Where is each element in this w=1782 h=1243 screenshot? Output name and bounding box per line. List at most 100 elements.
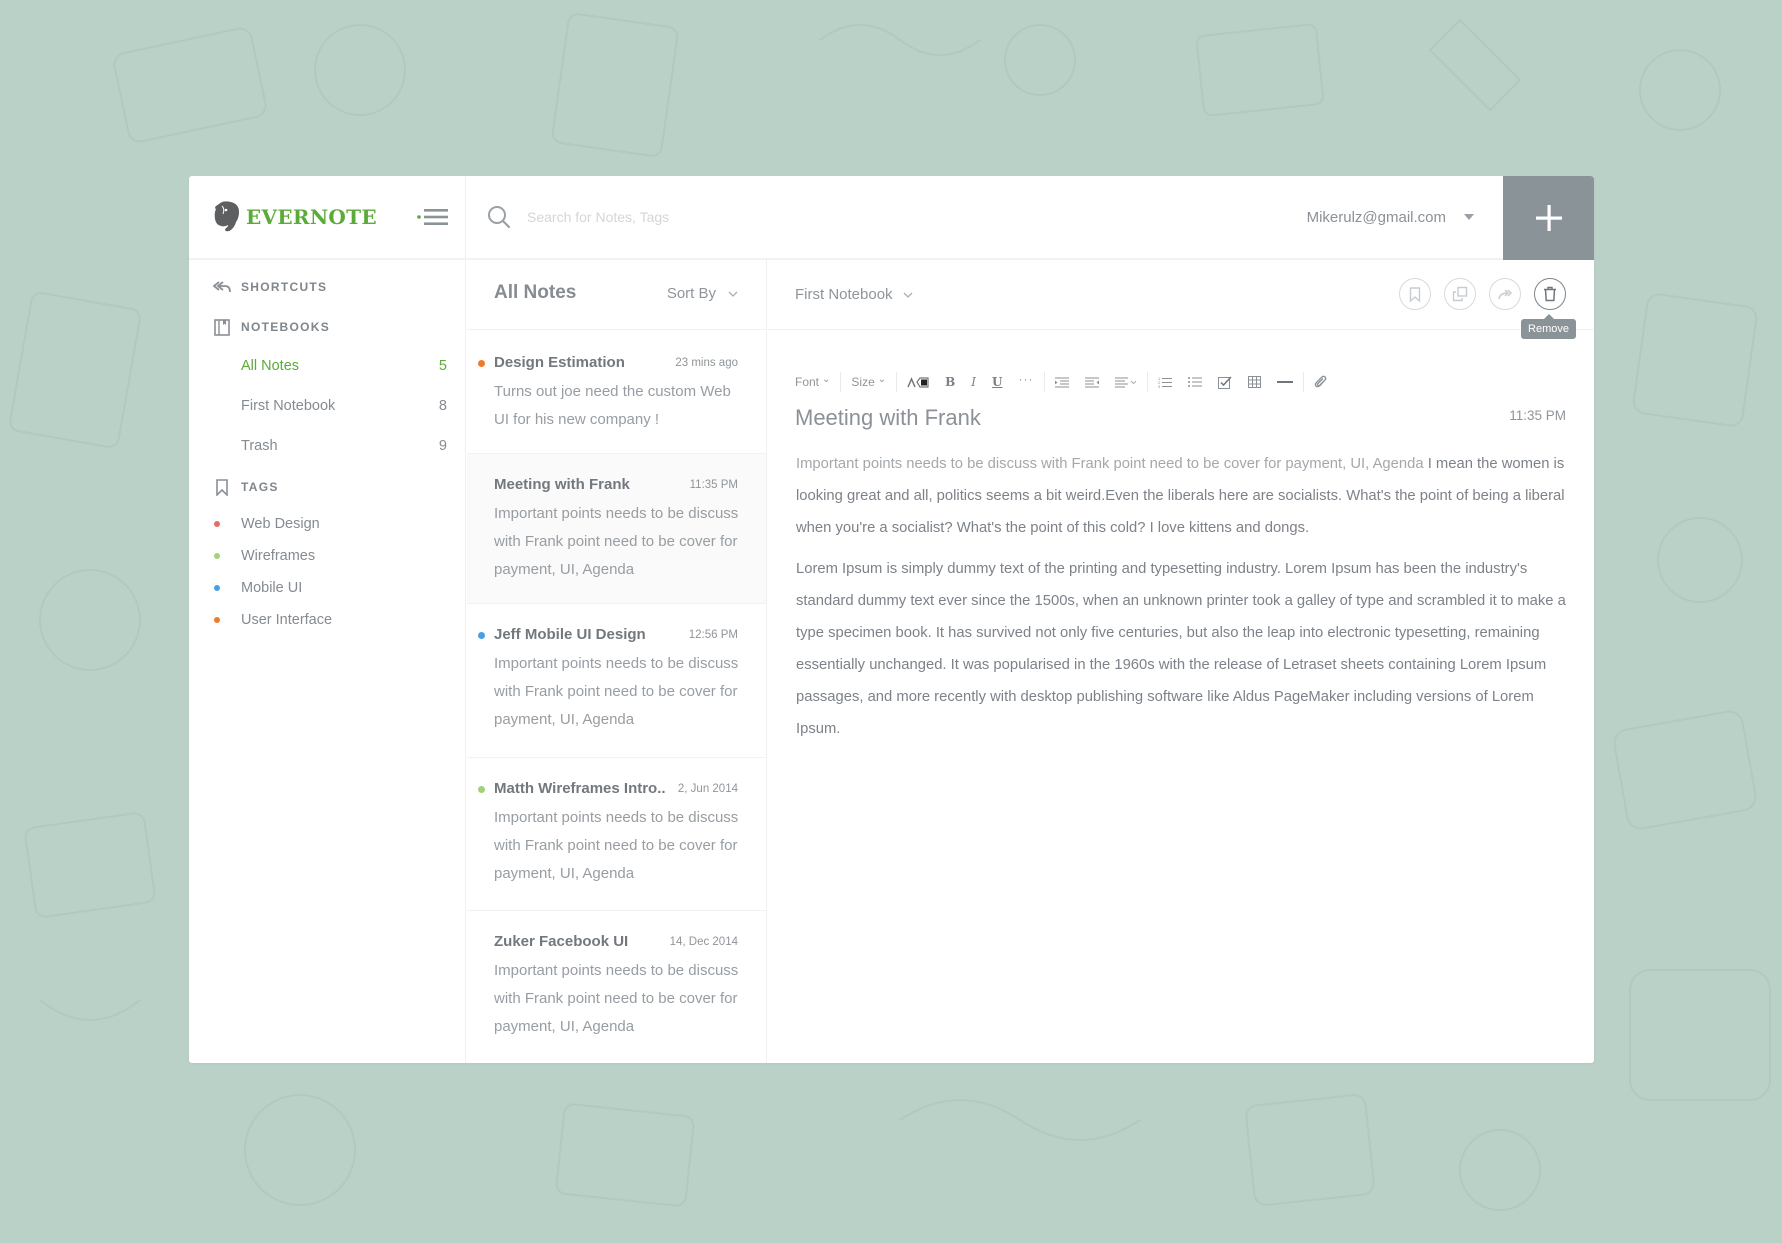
table-icon [1247,376,1261,388]
note-list-title: All Notes [494,282,577,303]
tag-label: Web Design [241,516,320,532]
align-left-icon [1114,377,1136,387]
note-snippet: Important points needs to be discuss wit… [494,962,739,1035]
toolbar-divider [1043,372,1045,392]
toolbar-divider [1302,372,1304,392]
note-snippet: Turns out joe need the custom Web UI for… [494,383,731,428]
caret-down-icon [1464,214,1474,220]
indent-button[interactable] [1047,371,1077,393]
notebook-label: All Notes [241,358,300,374]
tag-item-wireframes[interactable]: Wireframes [214,548,315,564]
attachment-button[interactable] [1306,371,1336,393]
note-list-header: All Notes Sort By [467,260,766,330]
share-icon [1498,289,1513,300]
notebook-item-trash[interactable]: Trash 9 [241,438,447,454]
duplicate-button[interactable] [1444,278,1476,310]
top-header: EVERNOTE Mikerulz@gmail.com [189,176,1594,260]
note-date: 14, Dec 2014 [669,936,738,948]
notebook-label: Trash [241,438,278,454]
font-dropdown[interactable]: Font [795,371,838,393]
numbered-list-button[interactable]: 123 [1150,371,1180,393]
note-date: 23 mins ago [675,357,738,369]
tag-color-dot [214,521,220,527]
note-item[interactable]: Matth Wireframes Intro.. 2, Jun 2014 Imp… [467,758,766,911]
notebooks-label: NOTEBOOKS [241,320,331,334]
more-button[interactable]: ··· [1011,371,1042,393]
tag-color-dot [214,617,220,623]
bookmark-button[interactable] [1399,278,1431,310]
shortcuts-label: SHORTCUTS [241,280,328,294]
horizontal-rule-button[interactable] [1269,371,1301,393]
bold-icon: B [945,375,956,389]
sidebar-shortcuts[interactable]: SHORTCUTS [213,278,327,296]
bullet-list-button[interactable] [1180,371,1210,393]
note-color-dot [478,360,485,367]
note-actions [1399,278,1566,310]
notebook-count: 5 [438,358,447,374]
notebook-selector[interactable]: First Notebook [795,286,913,303]
notebook-selector-label: First Notebook [795,286,893,303]
note-body[interactable]: Important points needs to be discuss wit… [796,448,1566,754]
notebook-label: First Notebook [241,398,336,414]
chevron-down-icon [903,292,913,298]
trash-icon [1544,286,1556,302]
note-date: 2, Jun 2014 [677,783,738,795]
text-color-button[interactable] [899,371,937,393]
sidebar-tags[interactable]: TAGS [213,478,279,496]
account-email: Mikerulz@gmail.com [1306,208,1446,226]
tag-color-dot [214,553,220,559]
note-snippet: Important points needs to be discuss wit… [494,655,739,728]
underline-button[interactable]: U [984,371,1010,393]
note-item[interactable]: Jeff Mobile UI Design 12:56 PM Important… [467,604,766,758]
account-dropdown[interactable]: Mikerulz@gmail.com [1307,176,1474,258]
search-icon[interactable] [487,205,511,229]
numbered-list-icon: 123 [1158,376,1172,388]
note-color-dot [478,786,485,793]
note-paragraph: Important points needs to be discuss wit… [796,448,1566,544]
bullet-list-icon [1187,377,1202,387]
remove-button[interactable] [1534,278,1566,310]
search-input[interactable] [527,209,1027,225]
remove-tooltip: Remove [1521,314,1576,339]
toolbar-divider [1146,372,1148,392]
add-note-button[interactable] [1503,176,1594,260]
outdent-button[interactable] [1077,371,1107,393]
indent-icon [1054,377,1069,387]
copy-icon [1452,286,1468,302]
highlighted-text: Important points needs to be discuss wit… [796,456,1424,472]
sort-by-dropdown[interactable]: Sort By [667,285,738,302]
size-dropdown[interactable]: Size [843,371,894,393]
brand: EVERNOTE [189,176,466,258]
note-date: 12:56 PM [688,629,738,641]
collapse-menu-icon[interactable] [417,206,449,228]
underline-icon: U [992,375,1003,389]
tag-label: Wireframes [241,548,316,564]
bold-button[interactable]: B [937,371,963,393]
align-dropdown[interactable] [1107,371,1145,393]
table-button[interactable] [1240,371,1269,393]
brand-name: EVERNOTE [246,205,377,229]
note-item[interactable]: Zuker Facebook UI 14, Dec 2014 Important… [467,911,766,1061]
bookmark-icon [1409,286,1421,302]
note-item-selected[interactable]: Meeting with Frank 11:35 PM Important po… [467,454,766,604]
note-title-heading[interactable]: Meeting with Frank [795,405,981,431]
note-date: 11:35 PM [689,479,738,491]
notebook-count: 9 [438,438,447,454]
notebook-icon [213,318,231,336]
notebook-item-first-notebook[interactable]: First Notebook 8 [241,398,447,414]
notebook-item-all-notes[interactable]: All Notes 5 [241,358,447,374]
note-item[interactable]: Design Estimation 23 mins ago Turns out … [467,330,766,454]
plus-icon [1535,205,1562,231]
reply-all-icon [213,278,231,296]
share-button[interactable] [1489,278,1521,310]
note-snippet: Important points needs to be discuss wit… [494,809,739,882]
tag-item-mobile-ui[interactable]: Mobile UI [214,580,302,596]
tag-color-dot [214,585,220,591]
tag-item-user-interface[interactable]: User Interface [214,612,332,628]
sidebar-notebooks[interactable]: NOTEBOOKS [213,318,330,336]
checkbox-button[interactable] [1210,371,1240,393]
checkbox-icon [1217,375,1232,389]
tag-item-web-design[interactable]: Web Design [214,516,320,532]
sidebar: SHORTCUTS NOTEBOOKS All Notes 5 First No… [189,260,466,1063]
italic-button[interactable]: I [963,371,984,393]
